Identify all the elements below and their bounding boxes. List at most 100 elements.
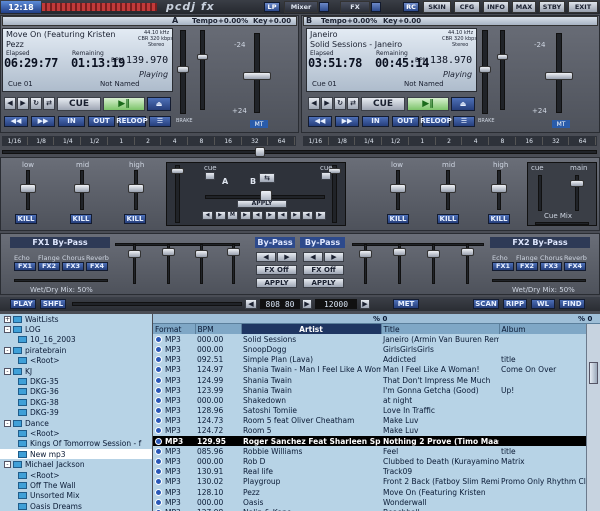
- deck-a-beat-8[interactable]: 16: [216, 137, 242, 145]
- tree-item[interactable]: New mp3: [0, 449, 152, 460]
- deck-a-rew-button[interactable]: ◀◀: [4, 116, 28, 127]
- table-row[interactable]: MP3 128.96 Satoshi Tomiie Love In Traffic: [153, 406, 586, 416]
- table-row[interactable]: MP3 000.00 SnoopDogg GirlsGirlsGirls: [153, 344, 586, 354]
- fx2-off-button[interactable]: FX Off: [303, 265, 344, 275]
- deck-a-gain-handle[interactable]: [197, 54, 208, 60]
- deck-a-tempo-handle[interactable]: [243, 72, 271, 80]
- table-row[interactable]: MP3 130.02 Playgroup Front 2 Back (Fatboy S…: [153, 477, 586, 487]
- fx2-apply-button[interactable]: APPLY: [303, 278, 344, 288]
- deck-a-beat-0[interactable]: 1/16: [2, 137, 28, 145]
- exit-button[interactable]: EXIT: [568, 1, 598, 13]
- fx-bypass1-button[interactable]: By-Pass: [255, 237, 295, 248]
- deck-b-out-button[interactable]: OUT: [392, 116, 419, 127]
- tree-item[interactable]: <Root>: [0, 428, 152, 438]
- mixer-transport-7[interactable]: ▶: [289, 211, 301, 220]
- collapse-icon[interactable]: -: [4, 461, 11, 469]
- deck-a-beat-9[interactable]: 32: [243, 137, 269, 145]
- fx1-next-button[interactable]: ▶: [277, 252, 297, 262]
- deck-b-gain-handle[interactable]: [497, 54, 508, 60]
- met-button[interactable]: MET: [393, 299, 419, 309]
- deck-b-eject-button[interactable]: ⏏: [451, 97, 475, 111]
- table-row[interactable]: MP3 124.97 Shania Twain - Man I Feel Like …: [153, 365, 586, 375]
- fx1-apply-button[interactable]: APPLY: [256, 278, 297, 288]
- deck-a-eject-button[interactable]: ⏏: [147, 97, 171, 111]
- crossfader-top[interactable]: [2, 150, 597, 154]
- table-row[interactable]: MP3 092.51 Simple Plan (Lava) Addicted title: [153, 355, 586, 365]
- deck-b-rew-button[interactable]: ◀◀: [308, 116, 332, 127]
- mixer-apply-button[interactable]: APPLY: [237, 200, 287, 208]
- deck-a-beat-10[interactable]: 64: [269, 137, 295, 145]
- column-header-artist[interactable]: Artist: [241, 324, 382, 335]
- fx-button[interactable]: FX: [340, 1, 370, 13]
- tree-item[interactable]: DKG-39: [0, 408, 152, 418]
- fx-param-handle-4[interactable]: [359, 250, 372, 258]
- play-button[interactable]: PLAY: [10, 299, 36, 309]
- mixer-transport-8[interactable]: ◀: [302, 211, 313, 220]
- eq-b-mid-handle[interactable]: [440, 184, 456, 193]
- deck-b-beat-2[interactable]: 1/4: [356, 137, 383, 145]
- fx2-bypass-header[interactable]: FX2 By-Pass: [490, 237, 590, 248]
- fx2-slot-4-button[interactable]: FX4: [564, 262, 586, 271]
- mixer-transport-5[interactable]: ▶: [264, 211, 276, 220]
- fx1-bypass-header[interactable]: FX1 By-Pass: [10, 237, 110, 248]
- fx2-slot-1-button[interactable]: FX1: [492, 262, 514, 271]
- tree-item[interactable]: Unsorted Mix: [0, 491, 152, 501]
- table-row[interactable]: MP3 000.00 Rob D Clubbed to Death (Kurayami…: [153, 456, 586, 466]
- fx-param-handle-3[interactable]: [227, 248, 240, 256]
- eq-b-mid-kill-button[interactable]: KILL: [437, 214, 459, 224]
- mixer-transport-1[interactable]: ▶: [214, 211, 226, 220]
- table-row[interactable]: MP3 085.96 Robbie Williams Feel title: [153, 446, 586, 456]
- deck-b-play-button[interactable]: ▶‖: [407, 97, 449, 111]
- eq-a-mid-handle[interactable]: [74, 184, 90, 193]
- tree-item[interactable]: DKG-35: [0, 376, 152, 386]
- deck-b-gain-slider[interactable]: [500, 30, 505, 110]
- eq-b-high-kill-button[interactable]: KILL: [488, 214, 510, 224]
- deck-b-pitch-handle[interactable]: [479, 66, 491, 73]
- track-table[interactable]: Format BPM Artist Title Album MP3 000.00 Solid…: [153, 324, 587, 511]
- tree-item[interactable]: - Dance: [0, 418, 152, 428]
- tree-item[interactable]: - Michael Jackson: [0, 459, 152, 469]
- deck-b-reloop-button[interactable]: RELOOP: [420, 116, 452, 127]
- deck-b-tempo-handle[interactable]: [545, 72, 573, 80]
- deck-b-beat-10[interactable]: 64: [570, 137, 596, 145]
- deck-a-reloop-button[interactable]: RELOOP: [116, 116, 148, 127]
- table-row[interactable]: MP3 124.72 Room 5 Make Luv: [153, 426, 586, 436]
- fx-param-handle-5[interactable]: [393, 248, 406, 256]
- eq-a-high-handle[interactable]: [128, 184, 144, 193]
- mixer-transport-6[interactable]: ◀: [277, 211, 288, 220]
- stby-button[interactable]: STBY: [539, 1, 565, 13]
- deck-b-beat-7[interactable]: 8: [490, 137, 516, 145]
- counter-step-button[interactable]: ▶: [360, 299, 370, 309]
- bpm-increase-button[interactable]: ▶: [302, 299, 312, 309]
- fx1-slot-1-button[interactable]: FX1: [14, 262, 36, 271]
- folder-tree[interactable]: + WaitLists - LOG 10_16_2003- piratebrain <Roo…: [0, 314, 152, 511]
- table-row[interactable]: MP3 124.99 Shania Twain That Don't Impress …: [153, 375, 586, 385]
- deck-b-beat-5[interactable]: 2: [437, 137, 463, 145]
- deck-b-beat-9[interactable]: 32: [544, 137, 570, 145]
- deck-b-next-button[interactable]: ▶: [321, 97, 333, 110]
- tree-item[interactable]: - piratebrain: [0, 345, 152, 355]
- table-row[interactable]: MP3 000.00 Shakedown at night: [153, 395, 586, 405]
- tree-item[interactable]: DKG-38: [0, 397, 152, 407]
- fx1-slot-4-button[interactable]: FX4: [86, 262, 108, 271]
- table-row[interactable]: MP3 130.91 Real life Track09: [153, 467, 586, 477]
- fx-param-handle-1[interactable]: [162, 248, 175, 256]
- tree-item[interactable]: - KJ: [0, 366, 152, 376]
- column-header-title[interactable]: Title: [381, 324, 500, 335]
- tree-item[interactable]: 10_16_2003: [0, 335, 152, 345]
- fx1-slot-3-button[interactable]: FX3: [62, 262, 84, 271]
- column-header-format[interactable]: Format: [153, 324, 196, 335]
- eq-b-high-handle[interactable]: [491, 184, 507, 193]
- mixer-cue-b-button[interactable]: [321, 172, 331, 180]
- deck-b-beat-3[interactable]: 1/2: [383, 137, 409, 145]
- deck-a-beat-1[interactable]: 1/8: [29, 137, 55, 145]
- fx-bypass2-button[interactable]: By-Pass: [300, 237, 345, 248]
- mixer-toggle[interactable]: [319, 2, 329, 12]
- deck-b-mt-button[interactable]: MT: [552, 120, 570, 128]
- wl-button[interactable]: WL: [531, 299, 555, 309]
- mixer-cue-a-button[interactable]: [205, 172, 215, 180]
- shuffle-button[interactable]: SHFL: [40, 299, 66, 309]
- fx-param-handle-7[interactable]: [461, 248, 474, 256]
- scroll-thumb[interactable]: [589, 362, 598, 384]
- deck-a-ff-button[interactable]: ▶▶: [31, 116, 55, 127]
